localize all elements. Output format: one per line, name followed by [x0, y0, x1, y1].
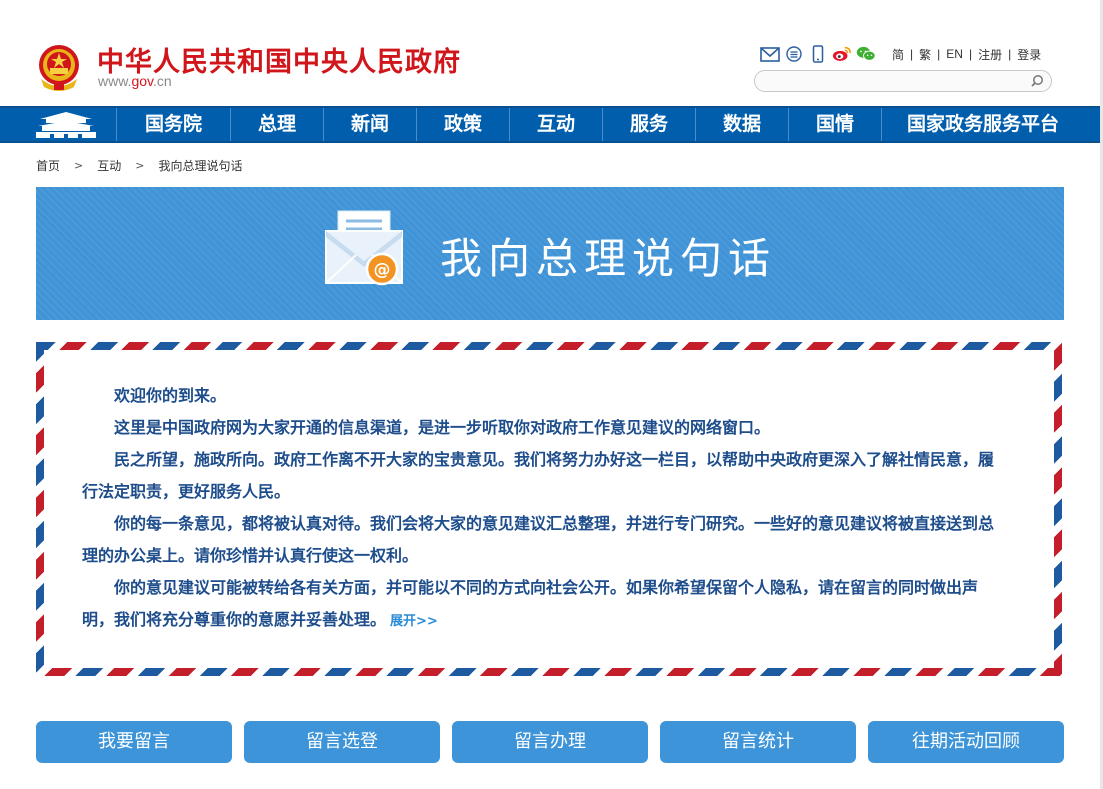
nav-item-policy[interactable]: 政策 [416, 108, 509, 141]
rss-icon[interactable] [784, 45, 804, 63]
search-input[interactable] [765, 73, 1025, 89]
message-statistics-button[interactable]: 留言统计 [660, 721, 856, 763]
link-traditional[interactable]: 繁 [915, 46, 935, 63]
intro-envelope: 欢迎你的到来。 这里是中国政府网为大家开通的信息渠道，是进一步听取你对政府工作意… [36, 342, 1062, 676]
header-links: 简 | 繁 | EN | 注册 | 登录 [888, 46, 1045, 63]
intro-paragraph: 这里是中国政府网为大家开通的信息渠道，是进一步听取你对政府工作意见建议的网络窗口… [114, 418, 771, 437]
banner-title: 我向总理说句话 [440, 234, 777, 283]
selected-messages-button[interactable]: 留言选登 [244, 721, 440, 763]
domain-prefix: www. [98, 73, 132, 89]
domain-suffix: .cn [153, 73, 172, 89]
nav-item-news[interactable]: 新闻 [323, 108, 416, 141]
link-separator: | [937, 47, 941, 61]
site-domain[interactable]: www.gov.cn [98, 73, 172, 89]
national-emblem-icon[interactable] [36, 43, 82, 91]
nav-item-national-profile[interactable]: 国情 [788, 108, 881, 141]
chevron-right-icon: > [74, 159, 84, 172]
link-register[interactable]: 注册 [974, 46, 1006, 63]
link-simplified[interactable]: 简 [888, 46, 908, 63]
past-events-button[interactable]: 往期活动回顾 [868, 721, 1064, 763]
wechat-icon[interactable] [856, 45, 876, 63]
intro-paragraph: 民之所望，施政所向。政府工作离不开大家的宝贵意见。我们将努力办好这一栏目，以帮助… [82, 450, 995, 501]
nav-item-data[interactable]: 数据 [695, 108, 788, 141]
link-separator: | [910, 47, 914, 61]
link-separator: | [1008, 47, 1012, 61]
nav-item-service[interactable]: 服务 [602, 108, 695, 141]
chevron-right-icon: > [135, 159, 145, 172]
nav-item-state-council[interactable]: 国务院 [116, 108, 230, 141]
main-nav: 国务院 总理 新闻 政策 互动 服务 数据 国情 国家政务服务平台 [0, 106, 1103, 143]
search-icon[interactable] [1029, 73, 1045, 89]
nav-item-service-platform[interactable]: 国家政务服务平台 [881, 108, 1084, 141]
intro-envelope-inner: 欢迎你的到来。 这里是中国政府网为大家开通的信息渠道，是进一步听取你对政府工作意… [44, 350, 1054, 668]
tiananmen-icon[interactable] [34, 110, 98, 140]
link-separator: | [968, 47, 973, 61]
link-english[interactable]: EN [942, 47, 967, 61]
domain-brand: gov [131, 73, 153, 89]
page-banner: @ 我向总理说句话 [36, 187, 1064, 320]
intro-paragraph: 你的每一条意见，都将被认真对待。我们会将大家的意见建议汇总整理，并进行专门研究。… [82, 514, 995, 565]
header-tools: 简 | 繁 | EN | 注册 | 登录 [760, 44, 1045, 64]
breadcrumb-current: 我向总理说句话 [158, 159, 243, 173]
site-header: 中华人民共和国中央人民政府 www.gov.cn 简 | 繁 | EN | 注册 | 登… [0, 0, 1103, 106]
action-buttons: 我要留言 留言选登 留言办理 留言统计 往期活动回顾 [36, 721, 1064, 763]
svg-text:@: @ [374, 260, 391, 280]
expand-link[interactable]: 展开>> [390, 614, 438, 629]
search-box [754, 70, 1052, 92]
nav-item-interaction[interactable]: 互动 [509, 108, 602, 141]
breadcrumb-interaction[interactable]: 互动 [97, 157, 121, 174]
nav-item-premier[interactable]: 总理 [230, 108, 323, 141]
leave-message-button[interactable]: 我要留言 [36, 721, 232, 763]
link-login[interactable]: 登录 [1013, 46, 1045, 63]
breadcrumb-home[interactable]: 首页 [36, 157, 60, 174]
mail-icon[interactable] [760, 45, 780, 63]
message-handling-button[interactable]: 留言办理 [452, 721, 648, 763]
nav-items: 国务院 总理 新闻 政策 互动 服务 数据 国情 国家政务服务平台 [116, 108, 1084, 141]
intro-paragraph-last: 你的意见建议可能被转给各有关方面，并可能以不同的方式向社会公开。如果你希望保留个… [82, 572, 1004, 638]
envelope-at-icon: @ [325, 210, 403, 286]
intro-paragraph: 欢迎你的到来。 [114, 386, 227, 405]
mobile-icon[interactable] [808, 45, 828, 63]
intro-paragraph: 你的意见建议可能被转给各有关方面，并可能以不同的方式向社会公开。如果你希望保留个… [82, 578, 979, 629]
breadcrumb: 首页 > 互动 > 我向总理说句话 [36, 157, 242, 174]
weibo-icon[interactable] [832, 45, 852, 63]
intro-text: 欢迎你的到来。 这里是中国政府网为大家开通的信息渠道，是进一步听取你对政府工作意… [82, 380, 1004, 638]
